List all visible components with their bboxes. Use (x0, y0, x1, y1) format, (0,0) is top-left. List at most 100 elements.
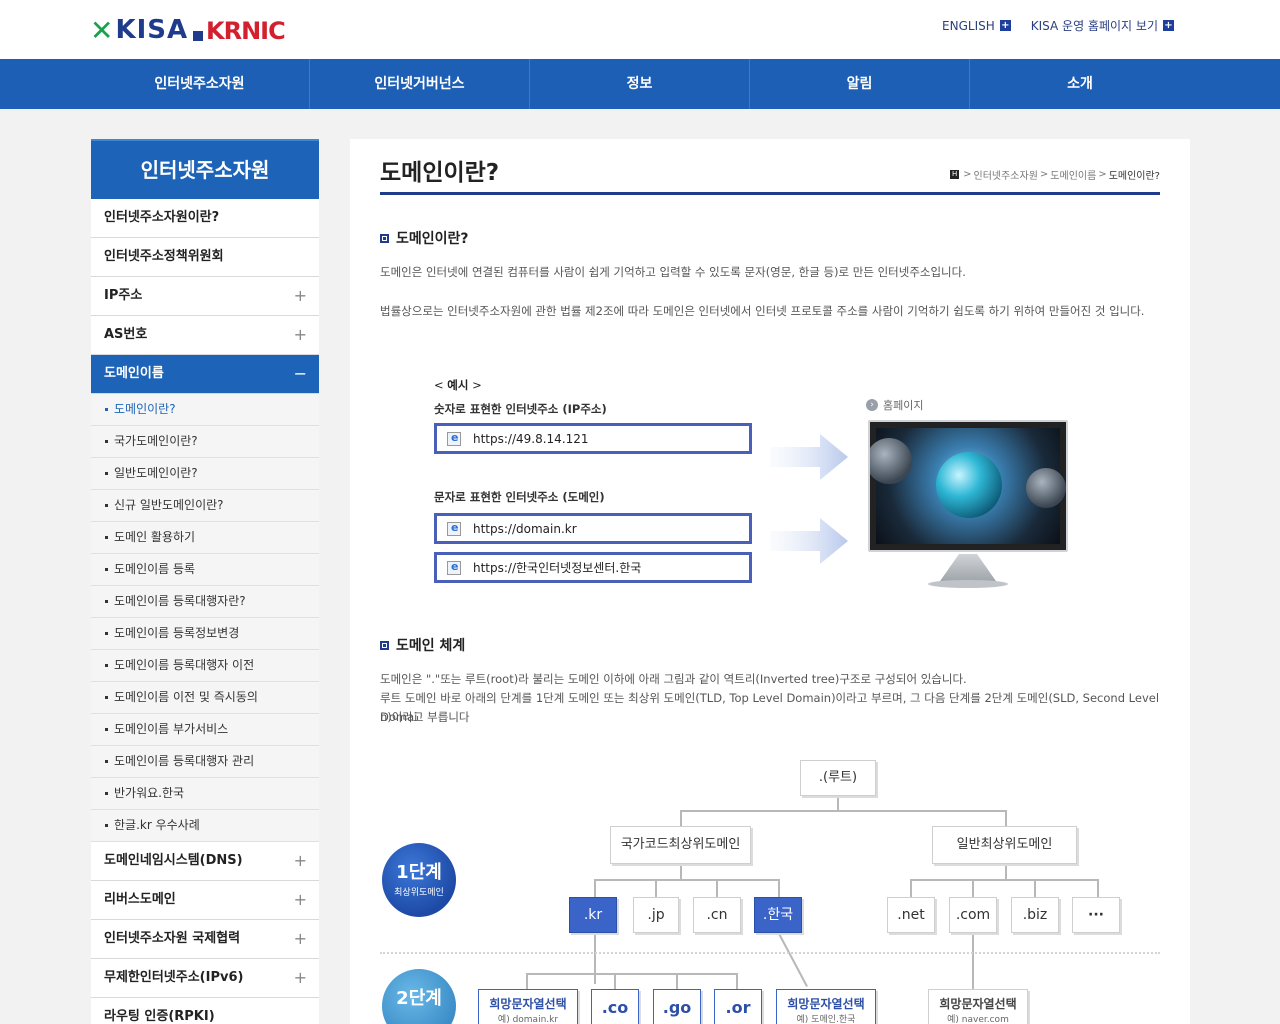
plus-icon: + (293, 929, 307, 948)
bullet-icon (105, 568, 108, 571)
tld-node-jp: .jp (633, 897, 679, 933)
sld-choice-title: 희망문자열선택 (787, 997, 865, 1011)
sidebar-subitem[interactable]: 도메인이름 등록정보변경 (91, 618, 319, 650)
main-content: 도메인이란? H > 인터넷주소자원 > 도메인이름 > 도메인이란? 도메인이… (350, 139, 1190, 1024)
sidebar-subitem[interactable]: 도메인이름 등록대행자란? (91, 586, 319, 618)
krnic-logo[interactable]: KRNIC (193, 17, 286, 45)
sidebar-subitem-label: 도메인이름 등록대행자란? (114, 594, 246, 608)
ip-url-box: https://49.8.14.121 (434, 423, 752, 454)
tree-line (594, 934, 596, 984)
title-divider (380, 192, 1160, 195)
tree-line (680, 864, 682, 879)
breadcrumb-sep: > (1098, 169, 1107, 180)
sidebar-subitem[interactable]: 일반도메인이란? (91, 458, 319, 490)
sidebar-subitem[interactable]: 신규 일반도메인이란? (91, 490, 319, 522)
nav-item-notice[interactable]: 알림 (750, 59, 970, 109)
stage1-caption: 최상위도메인 (394, 888, 444, 898)
tree-line (1005, 864, 1007, 879)
sidebar-subitem[interactable]: 도메인이름 등록대행자 이전 (91, 650, 319, 682)
tree-line (594, 879, 778, 881)
sidebar-item[interactable]: 도메인네임시스템(DNS) + (91, 842, 319, 881)
right-arrow-icon (770, 434, 848, 480)
tld-node-com: .com (949, 897, 997, 933)
bullet-icon (105, 696, 108, 699)
sidebar-item[interactable]: AS번호 + (91, 316, 319, 355)
top-links: ENGLISH + KISA 운영 홈페이지 보기 + (942, 17, 1174, 34)
paragraph: 도메인은 "."또는 루트(root)라 불리는 도메인 이하에 아래 그림과 … (380, 672, 967, 686)
stage1-number: 1단계 (396, 862, 442, 883)
sld-choice-title: 희망문자열선택 (939, 997, 1017, 1011)
tree-line (910, 879, 1098, 881)
tree-line (778, 879, 780, 897)
bullet-icon (105, 600, 108, 603)
plus-icon: + (293, 968, 307, 987)
sidebar-subitem[interactable]: 도메인이름 등록대행자 관리 (91, 746, 319, 778)
stage-divider (380, 952, 1160, 954)
krnic-logo-mark (193, 31, 203, 41)
domain-label: 문자로 표현한 인터넷주소 (도메인) (434, 490, 605, 504)
bullet-icon (105, 664, 108, 667)
tld-node-net: .net (887, 897, 935, 933)
sidebar-subitem-label: 도메인이름 등록대행자 이전 (114, 658, 255, 672)
breadcrumb-item[interactable]: 도메인이름 (1050, 167, 1096, 182)
sld-choice-title: 희망문자열선택 (489, 997, 567, 1011)
english-link[interactable]: ENGLISH + (942, 17, 1011, 34)
bullet-icon (105, 408, 108, 411)
home-icon[interactable]: H (950, 170, 960, 179)
sidebar-item[interactable]: 라우팅 인증(RPKI) (91, 998, 319, 1024)
nav-item-governance[interactable]: 인터넷거버넌스 (310, 59, 530, 109)
kisa-homepage-link-label: KISA 운영 홈페이지 보기 (1030, 19, 1158, 33)
sidebar-item-domain-active[interactable]: 도메인이름 − (91, 355, 319, 394)
plus-icon: + (1163, 20, 1174, 31)
sidebar-subitem-label: 도메인이름 부가서비스 (114, 722, 229, 736)
kisa-logo-mark: ✕ (90, 13, 114, 47)
monitor-base (928, 580, 1008, 588)
plus-icon: + (999, 20, 1011, 31)
breadcrumb-item[interactable]: 인터넷주소자원 (974, 167, 1038, 182)
sidebar-subitem[interactable]: 도메인 활용하기 (91, 522, 319, 554)
plus-icon: + (293, 851, 307, 870)
sidebar-item[interactable]: 무제한인터넷주소(IPv6) + (91, 959, 319, 998)
tree-line (680, 810, 682, 826)
nav-item-about[interactable]: 소개 (970, 59, 1190, 109)
nav-item-info[interactable]: 정보 (530, 59, 750, 109)
screen-image (870, 428, 1066, 544)
example-label: < 예시 > (434, 378, 482, 392)
sidebar-subitem[interactable]: 도메인이름 부가서비스 (91, 714, 319, 746)
example-label-text: 예시 (447, 378, 469, 392)
tree-line (910, 879, 912, 897)
sidebar-item[interactable]: 리버스도메인 + (91, 881, 319, 920)
plus-icon: + (293, 286, 307, 305)
sidebar-subitem[interactable]: 도메인이름 등록 (91, 554, 319, 586)
sidebar-item[interactable]: 인터넷주소정책위원회 (91, 238, 319, 277)
sidebar-subitem-active[interactable]: 도메인이란? (91, 394, 319, 426)
sidebar-item-label: 인터넷주소자원 국제협력 (104, 931, 241, 946)
sidebar-subitem-label: 한글.kr 우수사례 (114, 818, 200, 832)
ie-icon (447, 521, 461, 536)
sidebar-item-label: 리버스도메인 (104, 892, 176, 907)
sidebar-subitem[interactable]: 반가워요.한국 (91, 778, 319, 810)
monitor-image (868, 420, 1068, 595)
plus-icon: + (293, 890, 307, 909)
sidebar-subitem[interactable]: 한글.kr 우수사례 (91, 810, 319, 842)
decor-sphere (870, 438, 912, 484)
main-nav: 인터넷주소자원 인터넷거버넌스 정보 알림 소개 (0, 59, 1280, 109)
kisa-logo[interactable]: ✕ KISA (90, 13, 188, 47)
sidebar-subitem[interactable]: 도메인이름 이전 및 즉시동의 (91, 682, 319, 714)
cctld-node: 국가코드최상위도메인 (610, 826, 751, 864)
chevron-right-icon: › (866, 399, 878, 411)
domain-url-box: https://domain.kr (434, 513, 752, 544)
kisa-homepage-link[interactable]: KISA 운영 홈페이지 보기 + (1031, 17, 1174, 34)
sidebar-subitem[interactable]: 국가도메인이란? (91, 426, 319, 458)
more-icon: ··· (1072, 897, 1120, 933)
krnic-logo-text: KRNIC (206, 17, 286, 45)
sidebar-item-label: IP주소 (104, 288, 143, 303)
sidebar-item[interactable]: 인터넷주소자원이란? (91, 199, 319, 238)
sidebar-item[interactable]: 인터넷주소자원 국제협력 + (91, 920, 319, 959)
sidebar-item-label: 인터넷주소자원이란? (104, 210, 220, 225)
section-heading-text: 도메인이란? (396, 231, 469, 247)
nav-item-internet-address[interactable]: 인터넷주소자원 (90, 59, 310, 109)
sidebar-title: 인터넷주소자원 (91, 139, 319, 199)
paragraph: 도메인은 인터넷에 연결된 컴퓨터를 사람이 쉽게 기억하고 입력할 수 있도록… (380, 265, 966, 279)
sidebar-item[interactable]: IP주소 + (91, 277, 319, 316)
